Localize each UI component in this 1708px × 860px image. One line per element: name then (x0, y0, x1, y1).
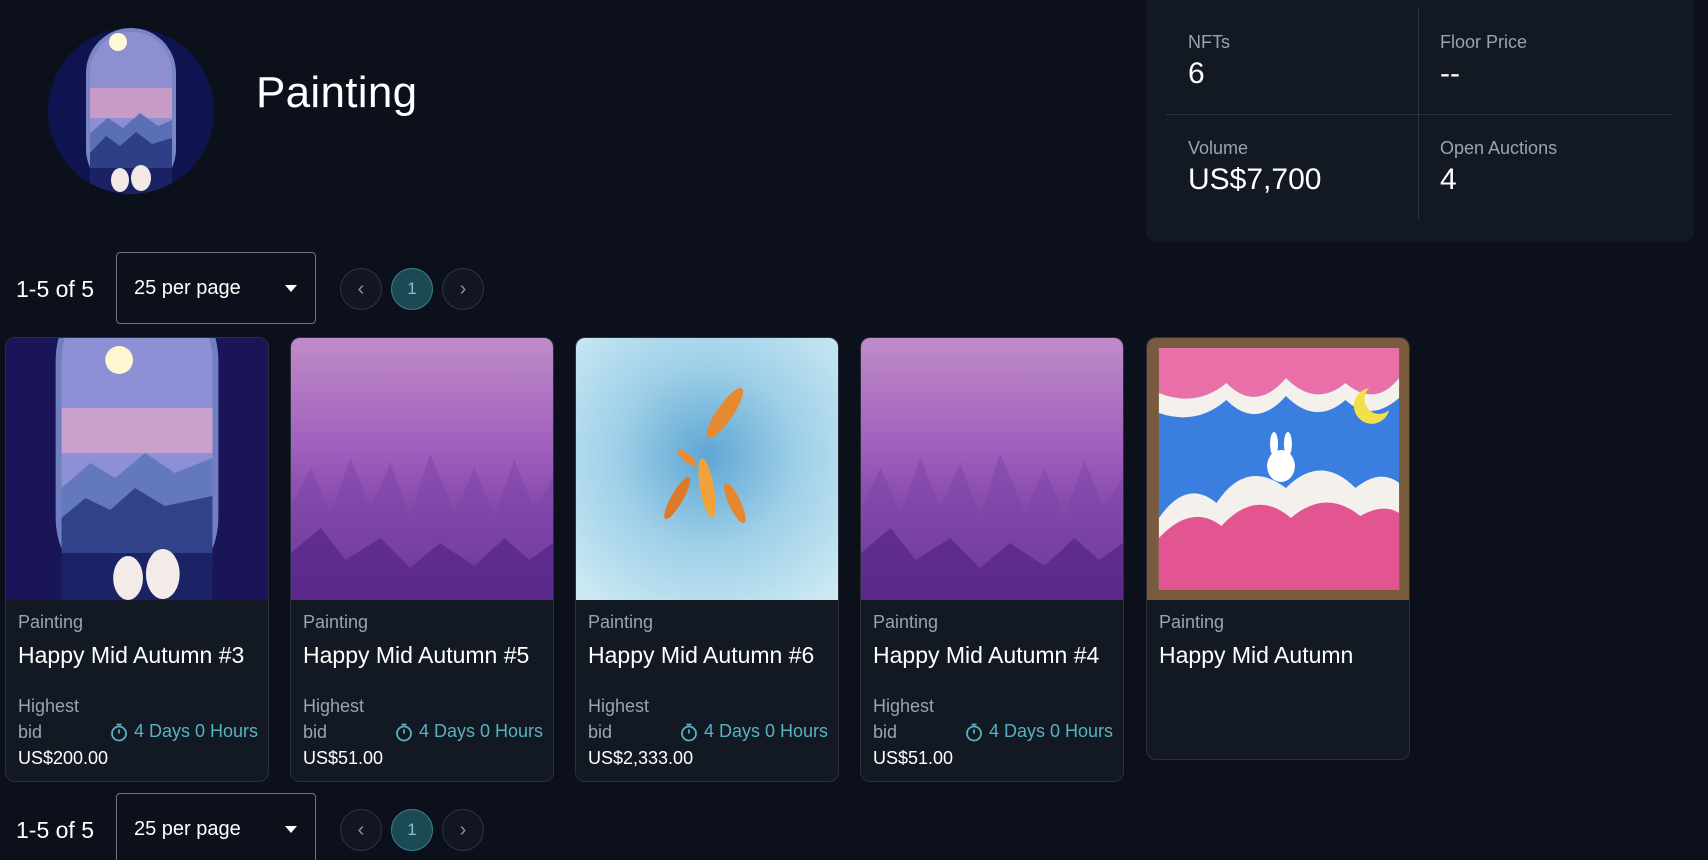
prev-page-button[interactable]: ‹ (340, 809, 382, 851)
stat-value: 6 (1188, 57, 1205, 90)
nft-card[interactable]: Painting Happy Mid Autumn #4 Highest bid… (860, 337, 1124, 782)
per-page-select[interactable]: 25 per page (116, 252, 316, 324)
next-page-button[interactable]: › (442, 268, 484, 310)
purple-forest-artwork (861, 338, 1123, 600)
stat-open-auctions: Open Auctions 4 (1440, 138, 1557, 197)
nft-card[interactable]: Painting Happy Mid Autumn #6 Highest bid… (575, 337, 839, 782)
pagination-top: 1-5 of 5 25 per page ‹ 1 › (0, 252, 520, 324)
prev-page-button[interactable]: ‹ (340, 268, 382, 310)
page-1-button[interactable]: 1 (391, 809, 433, 851)
stopwatch-icon (966, 723, 982, 741)
stat-floor-price: Floor Price -- (1440, 32, 1527, 91)
next-page-button[interactable]: › (442, 809, 484, 851)
bid-label-line1: Highest (18, 696, 80, 716)
auction-timer: 4 Days 0 Hours (964, 721, 1113, 742)
chevron-right-icon: › (459, 818, 467, 841)
moon-cats-artwork (6, 338, 268, 600)
per-page-select[interactable]: 25 per page (116, 793, 316, 860)
auction-timer: 4 Days 0 Hours (679, 721, 828, 742)
stat-label: Open Auctions (1440, 138, 1558, 158)
bid-label-line2: bid (303, 722, 328, 742)
nft-category: Painting (873, 612, 939, 632)
time-remaining: 4 Days 0 Hours (418, 721, 543, 741)
highest-bid-price: US$51.00 (873, 748, 954, 768)
stat-volume: Volume US$7,700 (1188, 138, 1321, 197)
stat-value: US$7,700 (1188, 163, 1322, 196)
stat-label: NFTs (1188, 32, 1230, 52)
collection-title: Painting (256, 68, 418, 117)
stats-divider-horizontal (1166, 114, 1672, 115)
nft-name[interactable]: Happy Mid Autumn #5 (303, 642, 529, 669)
stopwatch-icon (396, 723, 412, 741)
nft-thumbnail[interactable] (1147, 338, 1409, 600)
page-1-button[interactable]: 1 (391, 268, 433, 310)
nft-card[interactable]: Painting Happy Mid Autumn #3 Highest bid… (5, 337, 269, 782)
caret-down-icon (285, 285, 297, 292)
nft-name[interactable]: Happy Mid Autumn #4 (873, 642, 1099, 669)
nft-category: Painting (1159, 612, 1225, 632)
nft-thumbnail[interactable] (861, 338, 1123, 600)
collection-avatar (48, 28, 214, 194)
rabbit-clouds-artwork (1147, 338, 1409, 600)
bid-label-line1: Highest (588, 696, 650, 716)
chevron-left-icon: ‹ (357, 818, 365, 841)
pagination-bottom: 1-5 of 5 25 per page ‹ 1 › (0, 793, 520, 860)
bid-label-line2: bid (18, 722, 43, 742)
nft-thumbnail[interactable] (6, 338, 268, 600)
time-remaining: 4 Days 0 Hours (988, 721, 1113, 741)
result-range: 1-5 of 5 (16, 817, 94, 843)
result-range: 1-5 of 5 (16, 276, 94, 302)
bid-label-line1: Highest (873, 696, 935, 716)
nft-category: Painting (18, 612, 84, 632)
auction-timer: 4 Days 0 Hours (394, 721, 543, 742)
chevron-right-icon: › (459, 277, 467, 300)
nft-thumbnail[interactable] (291, 338, 553, 600)
nft-thumbnail[interactable] (576, 338, 838, 600)
per-page-value: 25 per page (134, 818, 241, 840)
time-remaining: 4 Days 0 Hours (133, 721, 258, 741)
purple-forest-artwork (291, 338, 553, 600)
per-page-value: 25 per page (134, 277, 241, 299)
nft-category: Painting (588, 612, 654, 632)
time-remaining: 4 Days 0 Hours (703, 721, 828, 741)
collection-stats-panel: NFTs 6 Floor Price -- Volume US$7,700 Op… (1146, 0, 1694, 242)
nft-category: Painting (303, 612, 369, 632)
auction-timer: 4 Days 0 Hours (109, 721, 258, 742)
stat-label: Volume (1188, 138, 1249, 158)
bid-label-line2: bid (588, 722, 613, 742)
caret-down-icon (285, 826, 297, 833)
nft-name[interactable]: Happy Mid Autumn #6 (588, 642, 814, 669)
highest-bid-price: US$51.00 (303, 748, 384, 768)
bid-label-line1: Highest (303, 696, 365, 716)
avatar-image (48, 28, 214, 194)
nft-card[interactable]: Painting Happy Mid Autumn #5 Highest bid… (290, 337, 554, 782)
nft-name[interactable]: Happy Mid Autumn #3 (18, 642, 244, 669)
highest-bid-price: US$2,333.00 (588, 748, 694, 768)
bid-label-line2: bid (873, 722, 898, 742)
stopwatch-icon (681, 723, 697, 741)
stat-value: -- (1440, 57, 1460, 90)
nft-card[interactable]: Painting Happy Mid Autumn (1146, 337, 1410, 760)
stat-nfts: NFTs 6 (1188, 32, 1230, 91)
stopwatch-icon (111, 723, 127, 741)
nft-name[interactable]: Happy Mid Autumn (1159, 642, 1353, 669)
koi-pond-artwork (576, 338, 838, 600)
chevron-left-icon: ‹ (357, 277, 365, 300)
stat-value: 4 (1440, 163, 1457, 196)
stat-label: Floor Price (1440, 32, 1528, 52)
highest-bid-price: US$200.00 (18, 748, 109, 768)
